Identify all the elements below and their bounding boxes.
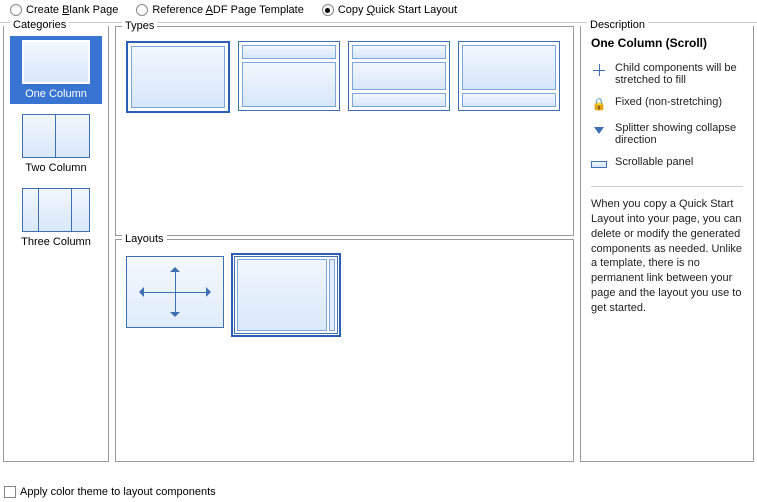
- three-column-icon: [22, 188, 90, 232]
- stretch-icon: [136, 264, 214, 320]
- types-panel: Types: [115, 26, 574, 236]
- category-one-column[interactable]: One Column: [10, 36, 102, 104]
- scroll-panel-icon: [237, 259, 327, 331]
- layout-stretch[interactable]: [126, 256, 224, 328]
- scrollbar-icon: [329, 259, 335, 331]
- description-title: One Column (Scroll): [591, 36, 743, 50]
- legend-scroll: Scrollable panel: [591, 156, 743, 172]
- types-label: Types: [122, 20, 157, 32]
- lock-icon: 🔒: [591, 96, 607, 112]
- description-panel: Description One Column (Scroll) Child co…: [580, 26, 754, 462]
- apply-theme-checkbox[interactable]: Apply color theme to layout components: [4, 486, 216, 498]
- type-three-rows[interactable]: [348, 41, 450, 111]
- radio-create-blank[interactable]: Create Blank Page: [10, 4, 118, 16]
- radio-icon: [136, 4, 148, 16]
- layouts-label: Layouts: [122, 233, 167, 245]
- type-single[interactable]: [126, 41, 230, 113]
- one-column-icon: [22, 40, 90, 84]
- radio-copy-quick-start[interactable]: Copy Quick Start Layout: [322, 4, 457, 16]
- stretch-icon: [591, 62, 607, 78]
- layouts-panel: Layouts: [115, 239, 574, 462]
- type-body-footer[interactable]: [458, 41, 560, 111]
- radio-icon: [10, 4, 22, 16]
- legend-stretch: Child components will be stretched to fi…: [591, 62, 743, 86]
- checkbox-icon: [4, 486, 16, 498]
- legend-splitter: Splitter showing collapse direction: [591, 122, 743, 146]
- description-label: Description: [587, 19, 648, 31]
- categories-label: Categories: [10, 19, 69, 31]
- radio-reference-adf[interactable]: Reference ADF Page Template: [136, 4, 303, 16]
- layout-scroll[interactable]: [234, 256, 338, 334]
- scroll-panel-icon: [591, 156, 607, 172]
- category-two-column[interactable]: Two Column: [10, 110, 102, 178]
- two-column-icon: [22, 114, 90, 158]
- type-header-body[interactable]: [238, 41, 340, 111]
- radio-icon: [322, 4, 334, 16]
- legend-fixed: 🔒 Fixed (non-stretching): [591, 96, 743, 112]
- chevron-down-icon: [591, 122, 607, 138]
- category-three-column[interactable]: Three Column: [10, 184, 102, 252]
- description-text: When you copy a Quick Start Layout into …: [591, 197, 743, 316]
- categories-panel: Categories One Column Two Column Three C…: [3, 26, 109, 462]
